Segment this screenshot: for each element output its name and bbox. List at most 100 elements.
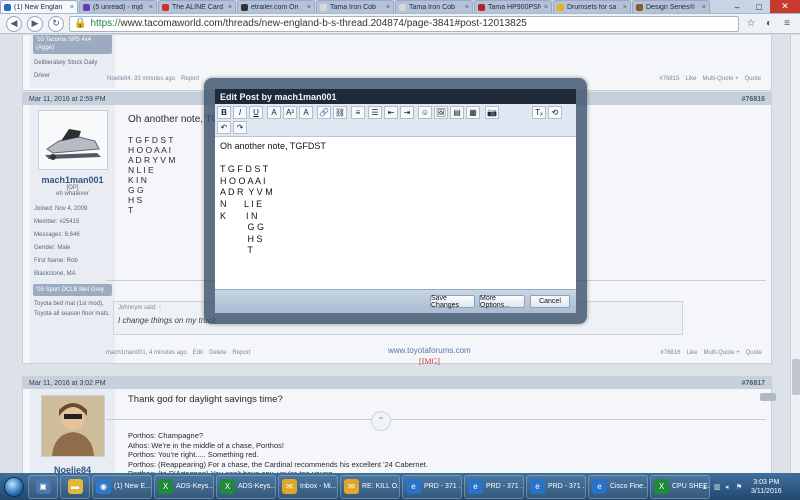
browser-tab[interactable]: Design Series® × [632, 0, 710, 13]
avatar[interactable] [37, 110, 108, 170]
maximize-button[interactable]: □ [748, 0, 770, 13]
taskbar-button[interactable]: e PRD - 371 ... [526, 474, 586, 499]
taskbar-button[interactable]: ✉ Inbox - Mi... [278, 474, 338, 499]
tab-close-icon[interactable]: × [228, 4, 232, 11]
network-icon[interactable]: ▥ [714, 483, 722, 491]
undo-icon[interactable]: ↶ [217, 121, 231, 134]
browser-tab[interactable]: etrailer.com On × [237, 0, 315, 13]
user-info-line: Joined: Nov 4, 2009 [34, 206, 88, 212]
minimize-button[interactable]: – [726, 0, 748, 13]
italic-icon[interactable]: I [233, 106, 247, 119]
signature-link[interactable]: www.toyotaforums.com [388, 346, 471, 355]
browser-tab[interactable]: Tama HP900PSN × [474, 0, 552, 13]
indent-icon[interactable]: ⇥ [400, 106, 414, 119]
scroll-to-top-icon[interactable] [760, 393, 776, 401]
browser-tab[interactable]: Drumsets for sa × [553, 0, 631, 13]
cancel-button[interactable]: Cancel [530, 295, 570, 308]
scrollbar-thumb[interactable] [792, 359, 800, 395]
post-number[interactable]: #76816 [660, 350, 680, 356]
page-scrollbar[interactable] [790, 35, 800, 473]
save-changes-button[interactable]: Save Changes [430, 295, 475, 309]
font-size-icon[interactable]: A² [283, 106, 297, 119]
align-icon[interactable]: ≡ [351, 106, 365, 119]
remove-format-icon[interactable]: Tₓ [532, 106, 546, 119]
text-color-icon[interactable]: A [267, 106, 281, 119]
user-info-line: Member: #25415 [34, 219, 80, 225]
tab-favicon-icon [399, 3, 406, 11]
post-number[interactable]: #76817 [742, 380, 765, 387]
menu-icon[interactable]: ≡ [780, 17, 794, 31]
outdent-icon[interactable]: ⇤ [384, 106, 398, 119]
like-link[interactable]: Like [685, 76, 696, 82]
taskbar-button[interactable]: e Cisco Fine... [588, 474, 648, 499]
avatar[interactable] [40, 395, 105, 457]
browser-tab[interactable]: Tama Iron Cob × [395, 0, 473, 13]
post-number[interactable]: #76815 [659, 76, 679, 82]
taskbar-button[interactable]: ▬ [60, 474, 90, 499]
refresh-button[interactable]: ↻ [48, 15, 64, 32]
volume-icon[interactable]: ◂ [725, 483, 733, 491]
start-button[interactable] [0, 473, 28, 500]
media-icon[interactable]: ▤ [450, 106, 464, 119]
edit-link[interactable]: Edit [193, 350, 203, 356]
taskbar-button[interactable]: ▣ [28, 474, 58, 499]
close-window-button[interactable]: ✕ [770, 0, 800, 13]
scroll-up-icon[interactable]: ⌃ [371, 411, 391, 431]
chevron-up-icon[interactable]: ▴ [703, 483, 711, 491]
tab-close-icon[interactable]: × [307, 4, 311, 11]
address-bar[interactable]: 🔒 https://www.tacomaworld.com/threads/ne… [69, 15, 739, 32]
report-link[interactable]: Report [181, 76, 199, 82]
post-author-time[interactable]: mach1man001, 4 minutes ago [106, 350, 187, 356]
tab-close-icon[interactable]: × [544, 4, 548, 11]
tab-favicon-icon [557, 3, 564, 11]
editor-textarea[interactable]: Oh another note, TGFDST T G F D S T H O … [220, 141, 570, 257]
underline-icon[interactable]: U [249, 106, 263, 119]
link-icon[interactable]: 🔗 [317, 106, 331, 119]
smilie-icon[interactable]: ☺ [418, 106, 432, 119]
username[interactable]: mach1man001 [30, 175, 115, 185]
tab-close-icon[interactable]: × [702, 4, 706, 11]
redo-icon[interactable]: ↷ [233, 121, 247, 134]
quote-link[interactable]: Quote [745, 76, 761, 82]
taskbar-button[interactable]: e PRD - 371 ... [464, 474, 524, 499]
bold-icon[interactable]: B [217, 106, 231, 119]
flag-icon[interactable]: ⚑ [736, 483, 744, 491]
quote-link[interactable]: Quote [746, 350, 762, 356]
tab-close-icon[interactable]: × [465, 4, 469, 11]
extension-icon[interactable]: ◐ [762, 17, 776, 31]
browser-tab[interactable]: Tama Iron Cob × [316, 0, 394, 13]
taskbar-button[interactable]: ✉ RE: KILL O... [340, 474, 400, 499]
taskbar-button[interactable]: e PRD - 371 ... [402, 474, 462, 499]
multi-quote-link[interactable]: Multi-Quote + [702, 76, 738, 82]
browser-tab[interactable]: (1) New Englan × [0, 0, 78, 13]
clock[interactable]: 3:03 PM 3/11/2016 [751, 478, 782, 496]
restore-icon[interactable]: ⟲ [548, 106, 562, 119]
forward-button[interactable]: ▶ [27, 15, 43, 32]
tab-close-icon[interactable]: × [386, 4, 390, 11]
post-author-time[interactable]: Noelie84, 33 minutes ago [107, 76, 175, 82]
tab-close-icon[interactable]: × [70, 4, 74, 11]
taskbar-button[interactable]: X ADS-Keys... [154, 474, 214, 499]
unlink-icon[interactable]: ⛓ [333, 106, 347, 119]
taskbar-button[interactable]: X ADS-Keys... [216, 474, 276, 499]
camera-icon[interactable]: 📷 [485, 106, 499, 119]
browser-tab[interactable]: (5 unread) - mjd × [79, 0, 157, 13]
taskbar-button[interactable]: ◉ (1) New E... [92, 474, 152, 499]
browser-tab[interactable]: The ALINE Card × [158, 0, 236, 13]
delete-link[interactable]: Delete [209, 350, 226, 356]
image-icon[interactable]: 🖼 [434, 106, 448, 119]
like-link[interactable]: Like [686, 350, 697, 356]
username[interactable]: Noelie84 [30, 465, 115, 473]
report-link[interactable]: Report [232, 350, 250, 356]
list-icon[interactable]: ☰ [368, 106, 382, 119]
font-icon[interactable]: A [299, 106, 313, 119]
back-button[interactable]: ◀ [6, 15, 22, 32]
tab-close-icon[interactable]: × [623, 4, 627, 11]
multi-quote-link[interactable]: Multi-Quote + [703, 350, 739, 356]
tab-close-icon[interactable]: × [149, 4, 153, 11]
vehicle-description: Toyota bed mat (1st mod), Toyota all sea… [34, 301, 111, 317]
star-icon[interactable]: ☆ [744, 17, 758, 31]
more-options-button[interactable]: More Options... [479, 295, 525, 309]
post-number[interactable]: #76816 [742, 96, 765, 103]
table-icon[interactable]: ▦ [466, 106, 480, 119]
